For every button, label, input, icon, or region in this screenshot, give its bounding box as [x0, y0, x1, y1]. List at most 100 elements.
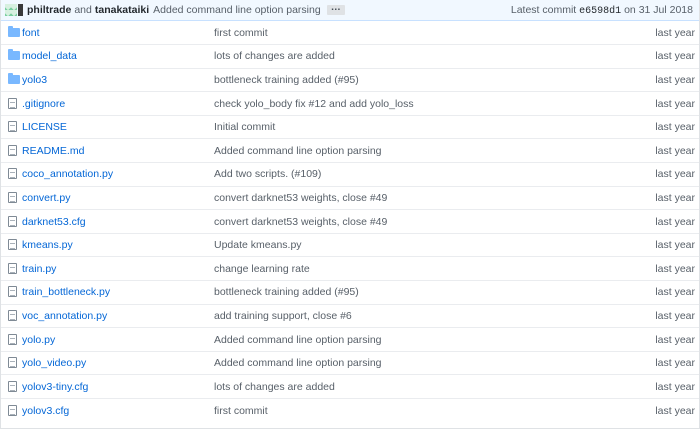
icon-cell: [1, 67, 22, 92]
file-name-link[interactable]: darknet53.cfg: [22, 216, 86, 228]
commit-message-link[interactable]: Add two scripts. (#109): [214, 168, 321, 180]
commit-message-link[interactable]: bottleneck training added (#95): [214, 286, 359, 298]
age-cell: last year: [611, 280, 699, 305]
table-row[interactable]: yolo3 bottleneck training added (#95) last…: [1, 67, 699, 92]
file-name-link[interactable]: yolo3: [22, 74, 47, 86]
file-name-link[interactable]: yolov3.cfg: [22, 405, 69, 417]
table-row[interactable]: model_data lots of changes are added last …: [1, 44, 699, 69]
table-row[interactable]: .gitignore check yolo_body fix #12 and ad…: [1, 91, 699, 116]
age-cell: last year: [611, 185, 699, 210]
file-name-link[interactable]: README.md: [22, 145, 84, 157]
commit-author-link[interactable]: philtrade: [27, 4, 71, 16]
message-cell: first commit: [214, 398, 612, 423]
expand-commit-button[interactable]: …: [326, 3, 345, 15]
icon-cell: [1, 280, 22, 305]
commit-sha-link[interactable]: e6598d1: [579, 6, 621, 17]
age-cell: last year: [611, 162, 699, 187]
name-cell: yolov3-tiny.cfg: [22, 374, 214, 399]
message-cell: Initial commit: [214, 114, 612, 139]
table-row[interactable]: train_bottleneck.py bottleneck training a…: [1, 280, 699, 305]
commit-age: last year: [655, 50, 695, 63]
table-row[interactable]: convert.py convert darknet53 weights, clo…: [1, 185, 699, 210]
file-name-link[interactable]: font: [22, 27, 40, 39]
commit-age: last year: [655, 404, 695, 417]
file-name-link[interactable]: coco_annotation.py: [22, 168, 113, 180]
file-name-link[interactable]: model_data: [22, 50, 77, 62]
icon-cell: [1, 209, 22, 234]
commit-message-link[interactable]: first commit: [214, 27, 268, 39]
icon-cell: [1, 303, 22, 328]
name-cell: README.md: [22, 138, 214, 163]
table-row[interactable]: darknet53.cfg convert darknet53 weights, …: [1, 209, 699, 234]
commit-coauthor-link[interactable]: tanakataiki: [95, 4, 149, 16]
file-icon: [8, 215, 17, 227]
author-avatars[interactable]: [5, 4, 23, 16]
commit-date: on 31 Jul 2018: [624, 3, 693, 16]
name-cell: yolov3.cfg: [22, 398, 214, 423]
message-cell: lots of changes are added: [214, 44, 612, 69]
age-cell: last year: [611, 138, 699, 163]
file-name-link[interactable]: yolo.py: [22, 334, 55, 346]
file-name-link[interactable]: voc_annotation.py: [22, 310, 107, 322]
age-cell: last year: [611, 67, 699, 92]
icon-cell: [1, 398, 22, 423]
table-row[interactable]: font first commit last year: [1, 21, 699, 45]
name-cell: model_data: [22, 44, 214, 69]
commit-message-link[interactable]: convert darknet53 weights, close #49: [214, 216, 387, 228]
commit-message-link[interactable]: convert darknet53 weights, close #49: [214, 192, 387, 204]
table-row[interactable]: LICENSE Initial commit last year: [1, 114, 699, 139]
message-cell: convert darknet53 weights, close #49: [214, 185, 612, 210]
commit-age: last year: [655, 333, 695, 346]
file-icon: [8, 404, 17, 416]
file-name-link[interactable]: train.py: [22, 263, 56, 275]
table-row[interactable]: kmeans.py Update kmeans.py last year: [1, 232, 699, 257]
file-icon: [8, 168, 17, 180]
commit-message-link[interactable]: Added command line option parsing: [214, 334, 382, 346]
commit-message-link[interactable]: Added command line option parsing: [214, 357, 382, 369]
commit-message-link[interactable]: bottleneck training added (#95): [214, 74, 359, 86]
commit-message-link[interactable]: first commit: [214, 405, 268, 417]
table-row[interactable]: README.md Added command line option parsi…: [1, 138, 699, 163]
file-name-link[interactable]: yolo_video.py: [22, 357, 86, 369]
commit-message-link[interactable]: Added command line option parsing: [153, 4, 321, 16]
table-row[interactable]: yolo_video.py Added command line option p…: [1, 350, 699, 375]
file-name-link[interactable]: yolov3-tiny.cfg: [22, 381, 88, 393]
file-list: font first commit last year model_data lots …: [1, 21, 699, 423]
icon-cell: [1, 185, 22, 210]
commit-message-link[interactable]: change learning rate: [214, 263, 310, 275]
file-name-link[interactable]: .gitignore: [22, 98, 65, 110]
commit-message-link[interactable]: add training support, close #6: [214, 310, 352, 322]
table-row[interactable]: voc_annotation.py add training support, c…: [1, 303, 699, 328]
age-cell: last year: [611, 91, 699, 116]
latest-commit-info: Latest commit e6598d1 on 31 Jul 2018: [511, 4, 693, 17]
message-cell: Added command line option parsing: [214, 327, 612, 352]
name-cell: yolo_video.py: [22, 350, 214, 375]
commit-age: last year: [655, 357, 695, 370]
commit-age: last year: [655, 191, 695, 204]
table-row[interactable]: train.py change learning rate last year: [1, 256, 699, 281]
commit-message-link[interactable]: Update kmeans.py: [214, 239, 302, 251]
commit-message-link[interactable]: check yolo_body fix #12 and add yolo_los…: [214, 98, 414, 110]
commit-message-link[interactable]: lots of changes are added: [214, 50, 335, 62]
latest-commit-bar: philtrade and tanakataiki Added command …: [1, 0, 699, 21]
avatar[interactable]: [5, 4, 17, 16]
age-cell: last year: [611, 327, 699, 352]
table-row[interactable]: coco_annotation.py Add two scripts. (#109…: [1, 162, 699, 187]
avatar[interactable]: [18, 4, 23, 16]
file-icon: [8, 191, 17, 203]
table-row[interactable]: yolo.py Added command line option parsing…: [1, 327, 699, 352]
file-name-link[interactable]: convert.py: [22, 192, 70, 204]
commit-message-link[interactable]: Added command line option parsing: [214, 145, 382, 157]
age-cell: last year: [611, 350, 699, 375]
age-cell: last year: [612, 21, 699, 45]
table-row[interactable]: yolov3-tiny.cfg lots of changes are added…: [1, 374, 699, 399]
table-row[interactable]: yolov3.cfg first commit last year: [1, 398, 699, 423]
commit-age: last year: [655, 121, 695, 134]
icon-cell: [1, 138, 22, 163]
file-name-link[interactable]: train_bottleneck.py: [22, 286, 110, 298]
commit-message-link[interactable]: lots of changes are added: [214, 381, 335, 393]
file-name-link[interactable]: kmeans.py: [22, 239, 73, 251]
icon-cell: [1, 114, 22, 139]
file-name-link[interactable]: LICENSE: [22, 121, 67, 133]
commit-message-link[interactable]: Initial commit: [214, 121, 275, 133]
